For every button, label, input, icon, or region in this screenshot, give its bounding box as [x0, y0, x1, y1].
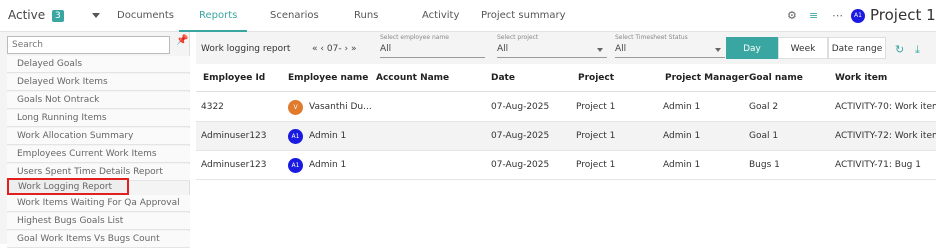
col-project[interactable]: Project	[578, 73, 614, 83]
project-select[interactable]: Select project All	[497, 34, 607, 58]
day-button[interactable]: Day	[726, 37, 778, 59]
cell-date: 07-Aug-2025	[491, 160, 550, 170]
avatar: A1	[288, 129, 303, 144]
table-row[interactable]: A1 Adminuser123 Admin 1 07-Aug-2025 Project …	[196, 151, 936, 180]
user-avatar[interactable]: A1	[851, 9, 865, 23]
last-page-icon[interactable]: »	[351, 44, 357, 54]
col-date[interactable]: Date	[491, 73, 515, 83]
sidebar-item-delayed-goals[interactable]: Delayed Goals	[7, 56, 190, 73]
cell-manager: Admin 1	[663, 131, 701, 141]
table-row[interactable]: A1 Adminuser123 Admin 1 07-Aug-2025 Project …	[196, 122, 936, 151]
report-sidebar: 📌 Delayed Goals Delayed Work Items Goals…	[0, 32, 190, 248]
first-page-icon[interactable]: «	[312, 44, 318, 54]
sidebar-item-goals-not-ontrack[interactable]: Goals Not Ontrack	[7, 92, 190, 109]
cell-date: 07-Aug-2025	[491, 131, 550, 141]
cell-employee-id: Adminuser123	[201, 131, 267, 141]
col-employee-name[interactable]: Employee name	[288, 73, 368, 83]
cell-goal: Bugs 1	[749, 160, 780, 170]
project-select-value: All	[497, 44, 509, 54]
cell-goal: Goal 2	[749, 102, 779, 112]
project-select-label: Select project	[497, 34, 539, 41]
cell-work-item[interactable]: ACTIVITY-72: Work item	[835, 131, 936, 141]
status-select-label: Select Timesheet Status	[615, 34, 688, 41]
col-account-name[interactable]: Account Name	[376, 73, 449, 83]
cell-employee-name: Admin 1	[309, 160, 347, 170]
cell-manager: Admin 1	[663, 160, 701, 170]
sidebar-item-long-running-items[interactable]: Long Running Items	[7, 110, 190, 127]
sidebar-item-delayed-work-items[interactable]: Delayed Work Items	[7, 74, 190, 91]
tab-scenarios[interactable]: Scenarios	[270, 10, 319, 21]
report-title: Work logging report	[201, 44, 291, 54]
timesheet-status-select[interactable]: Select Timesheet Status All	[615, 34, 725, 58]
tab-reports[interactable]: Reports	[199, 10, 237, 21]
pin-icon[interactable]: 📌	[176, 35, 188, 46]
employee-select[interactable]: Select employee name All	[380, 34, 485, 58]
avatar: A1	[288, 158, 303, 173]
chevron-down-icon	[715, 48, 721, 52]
cell-project: Project 1	[576, 102, 616, 112]
date-range-button[interactable]: Date range	[828, 37, 886, 59]
refresh-icon[interactable]: ↻	[895, 43, 904, 56]
week-button[interactable]: Week	[778, 37, 828, 59]
active-filter-select[interactable]: Active 3	[8, 8, 64, 22]
table-row[interactable]: V 4322 Vasanthi Du... 07-Aug-2025 Project 1 A…	[196, 93, 936, 122]
sidebar-item-highest-bugs-goals[interactable]: Highest Bugs Goals List	[7, 213, 190, 230]
cell-project: Project 1	[576, 131, 616, 141]
list-icon[interactable]: ≡	[809, 9, 818, 22]
employee-select-label: Select employee name	[380, 34, 449, 41]
sidebar-item-goal-work-items-vs-bugs[interactable]: Goal Work Items Vs Bugs Count	[7, 231, 190, 248]
cell-goal: Goal 1	[749, 131, 779, 141]
tab-runs[interactable]: Runs	[354, 10, 378, 21]
col-goal-name[interactable]: Goal name	[749, 73, 803, 83]
next-icon[interactable]: ›	[344, 44, 348, 54]
tab-project-summary[interactable]: Project summary	[481, 10, 566, 21]
cell-work-item[interactable]: ACTIVITY-71: Bug 1	[835, 160, 921, 170]
employee-select-value: All	[380, 44, 392, 54]
chevron-down-icon	[597, 48, 603, 52]
cell-project: Project 1	[576, 160, 616, 170]
sidebar-item-employees-current-work-items[interactable]: Employees Current Work Items	[7, 146, 190, 163]
status-select-value: All	[615, 44, 627, 54]
table-header: Employee Id Employee name Account Name D…	[196, 66, 936, 92]
active-count-badge: 3	[51, 10, 64, 22]
cell-employee-name: Admin 1	[309, 131, 347, 141]
prev-icon[interactable]: ‹	[320, 44, 324, 54]
date-navigator: « ‹ 07- › »	[312, 44, 356, 54]
date-nav-label: 07-	[326, 44, 342, 54]
col-project-manager[interactable]: Project Manager	[665, 73, 749, 83]
cell-employee-id: Adminuser123	[201, 160, 267, 170]
search-input[interactable]	[7, 36, 170, 54]
cell-date: 07-Aug-2025	[491, 102, 550, 112]
tab-documents[interactable]: Documents	[117, 10, 174, 21]
cell-work-item[interactable]: ACTIVITY-70: Work item	[835, 102, 936, 112]
chevron-down-icon[interactable]	[92, 13, 100, 18]
project-name: Project 1	[870, 6, 936, 24]
sidebar-item-work-logging-report[interactable]: Work Logging Report	[7, 178, 129, 195]
settings-sliders-icon[interactable]: ⚙	[787, 9, 797, 22]
more-icon[interactable]: ⋯	[832, 9, 843, 22]
col-work-item[interactable]: Work item	[835, 73, 887, 83]
cell-employee-name: Vasanthi Du...	[309, 102, 372, 112]
filter-bar: Work logging report « ‹ 07- › » Select e…	[196, 32, 936, 64]
sidebar-item-work-allocation-summary[interactable]: Work Allocation Summary	[7, 128, 190, 145]
download-icon[interactable]: ⤓	[915, 43, 920, 57]
cell-manager: Admin 1	[663, 102, 701, 112]
active-label: Active	[8, 8, 46, 22]
tab-activity[interactable]: Activity	[422, 10, 459, 21]
cell-employee-id: 4322	[201, 102, 224, 112]
col-employee-id[interactable]: Employee Id	[203, 73, 265, 83]
top-bar: Active 3 Documents Reports Scenarios Run…	[0, 0, 936, 41]
sidebar-item-work-items-waiting-qa[interactable]: Work Items Waiting For Qa Approval	[7, 195, 190, 212]
avatar: V	[288, 100, 303, 115]
